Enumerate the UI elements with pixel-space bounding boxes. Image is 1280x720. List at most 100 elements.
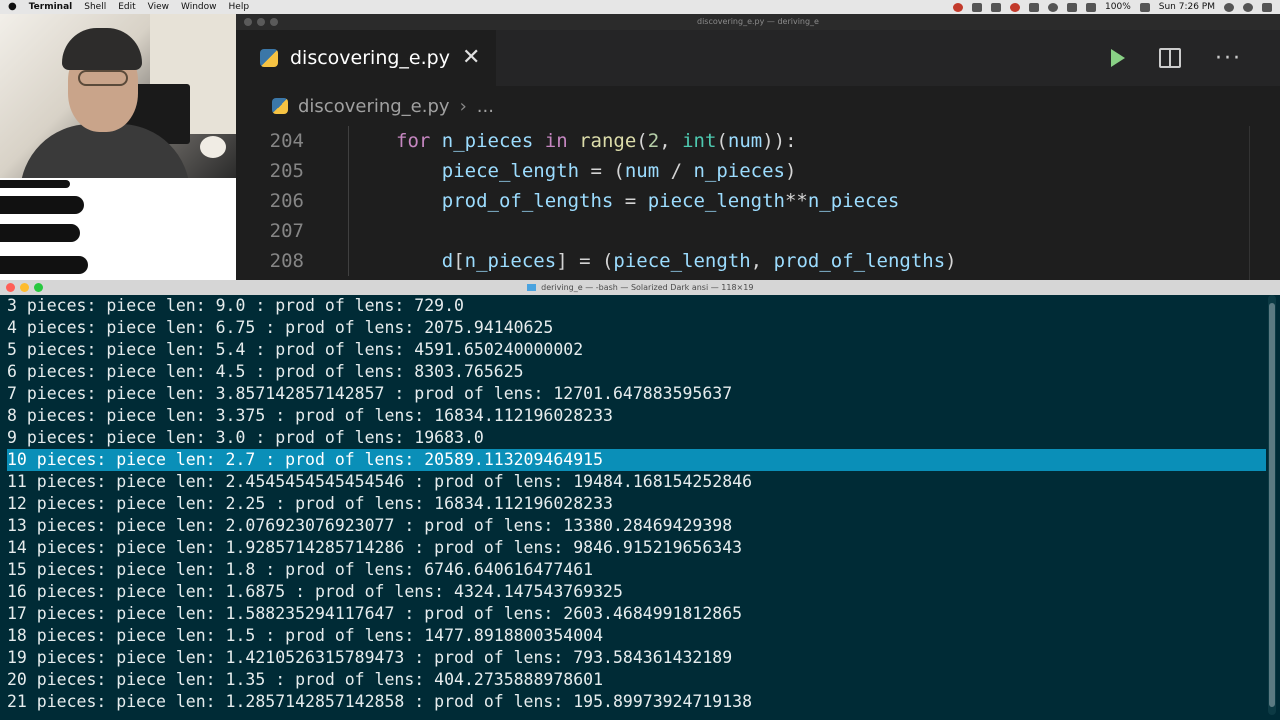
- battery-icon[interactable]: [1139, 2, 1150, 12]
- notification-center-icon[interactable]: [1262, 2, 1272, 12]
- vscode-window: discovering_e.py — deriving_e discoverin…: [236, 14, 1280, 282]
- bullet-shape: [0, 180, 70, 188]
- editor-tab-bar: discovering_e.py ✕ ···: [236, 30, 1280, 86]
- code-text: d[n_pieces] = (piece_length, prod_of_len…: [441, 250, 957, 272]
- menu-edit[interactable]: Edit: [118, 0, 135, 14]
- terminal-scrollbar[interactable]: [1268, 295, 1276, 715]
- output-line[interactable]: 14 pieces: piece len: 1.9285714285714286…: [7, 537, 1266, 559]
- vscode-traffic-lights: [244, 18, 278, 26]
- indent-guide: [348, 126, 349, 276]
- record-status-icon[interactable]: [953, 2, 964, 12]
- output-line[interactable]: 9 pieces: piece len: 3.0 : prod of lens:…: [7, 427, 1266, 449]
- menu-extras: 100% Sun 7:26 PM: [953, 0, 1272, 14]
- minimize-window-button[interactable]: [20, 283, 29, 292]
- bullet-shape: [0, 196, 84, 214]
- siri-icon[interactable]: [1243, 2, 1253, 12]
- apple-menu-icon[interactable]: ●: [8, 0, 17, 14]
- code-line[interactable]: 206 prod_of_lengths = piece_length**n_pi…: [236, 186, 1280, 216]
- code-text: piece_length = (num / n_pieces): [441, 160, 797, 182]
- editor-scrollbar[interactable]: [1249, 126, 1250, 282]
- breadcrumb: discovering_e.py › ...: [236, 86, 1280, 126]
- menu-window[interactable]: Window: [181, 0, 217, 14]
- vscode-window-title: discovering_e.py — deriving_e: [697, 17, 819, 26]
- breadcrumb-more[interactable]: ...: [477, 96, 494, 117]
- bullet-shape: [0, 256, 88, 274]
- python-file-icon: [272, 98, 288, 114]
- output-line[interactable]: 6 pieces: piece len: 4.5 : prod of lens:…: [7, 361, 1266, 383]
- more-actions-icon[interactable]: ···: [1215, 46, 1242, 71]
- selected-output-line[interactable]: 10 pieces: piece len: 2.7 : prod of lens…: [7, 449, 1266, 471]
- terminal-title: deriving_e — -bash — Solarized Dark ansi…: [541, 283, 754, 292]
- output-line[interactable]: 5 pieces: piece len: 5.4 : prod of lens:…: [7, 339, 1266, 361]
- screen-status-icon[interactable]: [1029, 2, 1040, 12]
- menu-clock[interactable]: Sun 7:26 PM: [1159, 0, 1215, 14]
- run-python-file-icon[interactable]: [1111, 49, 1126, 67]
- line-number: 206: [269, 190, 304, 212]
- output-line[interactable]: 4 pieces: piece len: 6.75 : prod of lens…: [7, 317, 1266, 339]
- editor-actions: ···: [1111, 46, 1280, 71]
- glasses-status-icon[interactable]: [972, 2, 983, 12]
- recording-status-icon[interactable]: [1010, 2, 1021, 12]
- output-line[interactable]: 12 pieces: piece len: 2.25 : prod of len…: [7, 493, 1266, 515]
- wifi-icon[interactable]: [1067, 2, 1078, 12]
- close-tab-icon[interactable]: ✕: [462, 47, 480, 69]
- code-line[interactable]: 204 for n_pieces in range(2, int(num)):: [236, 126, 1280, 156]
- output-line[interactable]: 16 pieces: piece len: 1.6875 : prod of l…: [7, 581, 1266, 603]
- tab-label: discovering_e.py: [290, 47, 450, 69]
- shelf-toy: [200, 136, 226, 158]
- code-line[interactable]: 207: [236, 216, 1280, 246]
- output-line[interactable]: 19 pieces: piece len: 1.4210526315789473…: [7, 647, 1266, 669]
- folder-icon: [526, 284, 536, 291]
- code-line[interactable]: 205 piece_length = (num / n_pieces): [236, 156, 1280, 186]
- tab-discovering-e[interactable]: discovering_e.py ✕: [236, 30, 497, 86]
- menu-bar: ● Terminal Shell Edit View Window Help 1…: [0, 0, 1280, 14]
- line-number: 207: [269, 220, 304, 242]
- spotlight-search-icon[interactable]: [1224, 2, 1234, 12]
- presenter-beanie: [62, 28, 142, 70]
- output-line[interactable]: 11 pieces: piece len: 2.4545454545454546…: [7, 471, 1266, 493]
- code-text: for n_pieces in range(2, int(num)):: [396, 130, 797, 152]
- terminal-titlebar: deriving_e — -bash — Solarized Dark ansi…: [0, 280, 1280, 295]
- output-line[interactable]: 15 pieces: piece len: 1.8 : prod of lens…: [7, 559, 1266, 581]
- webcam-overlay: [0, 14, 236, 178]
- menu-shell[interactable]: Shell: [84, 0, 106, 14]
- bullet-diagram-image: [0, 178, 236, 282]
- battery-percent[interactable]: 100%: [1105, 0, 1131, 14]
- line-number: 205: [269, 160, 304, 182]
- menu-app-terminal[interactable]: Terminal: [29, 0, 73, 14]
- chevron-right-icon: ›: [459, 95, 467, 117]
- output-line[interactable]: 13 pieces: piece len: 2.076923076923077 …: [7, 515, 1266, 537]
- output-line[interactable]: 17 pieces: piece len: 1.588235294117647 …: [7, 603, 1266, 625]
- minimize-window-button[interactable]: [257, 18, 265, 26]
- zoom-window-button[interactable]: [270, 18, 278, 26]
- output-line[interactable]: 8 pieces: piece len: 3.375 : prod of len…: [7, 405, 1266, 427]
- line-number: 204: [269, 130, 304, 152]
- split-editor-icon[interactable]: [1159, 48, 1182, 68]
- time-machine-icon[interactable]: [1048, 2, 1059, 12]
- code-text: prod_of_lengths = piece_length**n_pieces: [441, 190, 900, 212]
- close-window-button[interactable]: [244, 18, 252, 26]
- zoom-window-button[interactable]: [34, 283, 43, 292]
- terminal-window: deriving_e — -bash — Solarized Dark ansi…: [0, 280, 1280, 720]
- bullet-shape: [0, 224, 80, 242]
- code-line[interactable]: 208 d[n_pieces] = (piece_length, prod_of…: [236, 246, 1280, 276]
- menu-help[interactable]: Help: [229, 0, 250, 14]
- output-line[interactable]: 7 pieces: piece len: 3.857142857142857 :…: [7, 383, 1266, 405]
- output-line[interactable]: 20 pieces: piece len: 1.35 : prod of len…: [7, 669, 1266, 691]
- output-line[interactable]: 18 pieces: piece len: 1.5 : prod of lens…: [7, 625, 1266, 647]
- python-file-icon: [260, 49, 278, 67]
- terminal-output[interactable]: 3 pieces: piece len: 9.0 : prod of lens:…: [0, 295, 1266, 720]
- output-line[interactable]: 21 pieces: piece len: 1.2857142857142858…: [7, 691, 1266, 713]
- output-line[interactable]: 3 pieces: piece len: 9.0 : prod of lens:…: [7, 295, 1266, 317]
- close-window-button[interactable]: [6, 283, 15, 292]
- terminal-traffic-lights: [6, 283, 43, 292]
- presenter-glasses: [78, 70, 128, 86]
- line-number: 208: [269, 250, 304, 272]
- code-editor[interactable]: 204 for n_pieces in range(2, int(num)): …: [236, 126, 1280, 276]
- volume-icon[interactable]: [1086, 2, 1097, 12]
- scrollbar-thumb[interactable]: [1269, 303, 1275, 707]
- menu-view[interactable]: View: [148, 0, 169, 14]
- breadcrumb-file[interactable]: discovering_e.py: [298, 96, 450, 117]
- extension-status-icon[interactable]: [991, 2, 1002, 12]
